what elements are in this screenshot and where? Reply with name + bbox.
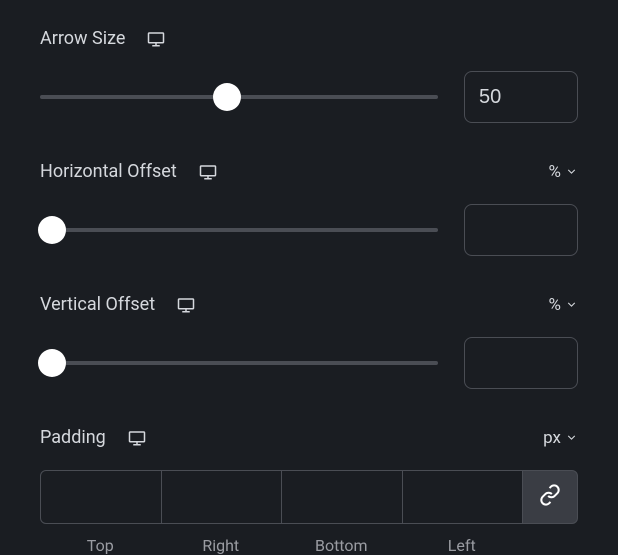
- horizontal-offset-unit: %: [549, 162, 561, 182]
- vertical-offset-unit-selector[interactable]: %: [549, 295, 578, 315]
- chevron-down-icon: [565, 298, 578, 311]
- horizontal-offset-slider-row: [40, 204, 578, 256]
- vertical-offset-input[interactable]: [464, 337, 578, 389]
- padding-bottom-input[interactable]: [282, 471, 402, 523]
- horizontal-offset-slider-thumb[interactable]: [38, 216, 66, 244]
- desktop-icon[interactable]: [177, 296, 195, 314]
- horizontal-offset-control: Horizontal Offset %: [40, 161, 578, 256]
- padding-top-input[interactable]: [41, 471, 161, 523]
- padding-right-input[interactable]: [162, 471, 282, 523]
- padding-header: Padding px: [40, 427, 578, 448]
- desktop-icon[interactable]: [199, 163, 217, 181]
- arrow-size-slider-row: [40, 71, 578, 123]
- vertical-offset-unit: %: [549, 295, 561, 315]
- vertical-offset-slider[interactable]: [40, 361, 438, 365]
- padding-unit-selector[interactable]: px: [543, 428, 578, 448]
- arrow-size-header: Arrow Size: [40, 28, 578, 49]
- vertical-offset-control: Vertical Offset %: [40, 294, 578, 389]
- vertical-offset-slider-thumb[interactable]: [38, 349, 66, 377]
- vertical-offset-slider-row: [40, 337, 578, 389]
- padding-link-button[interactable]: [522, 470, 578, 524]
- desktop-icon[interactable]: [128, 429, 146, 447]
- arrow-size-slider-thumb[interactable]: [213, 83, 241, 111]
- chevron-down-icon: [565, 165, 578, 178]
- horizontal-offset-header: Horizontal Offset %: [40, 161, 578, 182]
- padding-label: Padding: [40, 427, 106, 448]
- padding-bottom-cell: [281, 470, 403, 524]
- padding-right-cell: [161, 470, 283, 524]
- horizontal-offset-slider[interactable]: [40, 228, 438, 232]
- padding-unit: px: [543, 428, 561, 448]
- padding-inputs-row: [40, 470, 578, 524]
- horizontal-offset-label: Horizontal Offset: [40, 161, 177, 182]
- link-icon: [539, 484, 561, 510]
- desktop-icon[interactable]: [147, 30, 165, 48]
- padding-left-cell: [402, 470, 524, 524]
- arrow-size-input[interactable]: [464, 71, 578, 123]
- arrow-size-slider[interactable]: [40, 95, 438, 99]
- horizontal-offset-unit-selector[interactable]: %: [549, 162, 578, 182]
- arrow-size-label: Arrow Size: [40, 28, 125, 49]
- arrow-size-control: Arrow Size: [40, 28, 578, 123]
- horizontal-offset-input[interactable]: [464, 204, 578, 256]
- chevron-down-icon: [565, 431, 578, 444]
- vertical-offset-label: Vertical Offset: [40, 294, 155, 315]
- padding-top-cell: [40, 470, 162, 524]
- padding-control: Padding px Top Right: [40, 427, 578, 555]
- vertical-offset-header: Vertical Offset %: [40, 294, 578, 315]
- padding-left-input[interactable]: [403, 471, 523, 523]
